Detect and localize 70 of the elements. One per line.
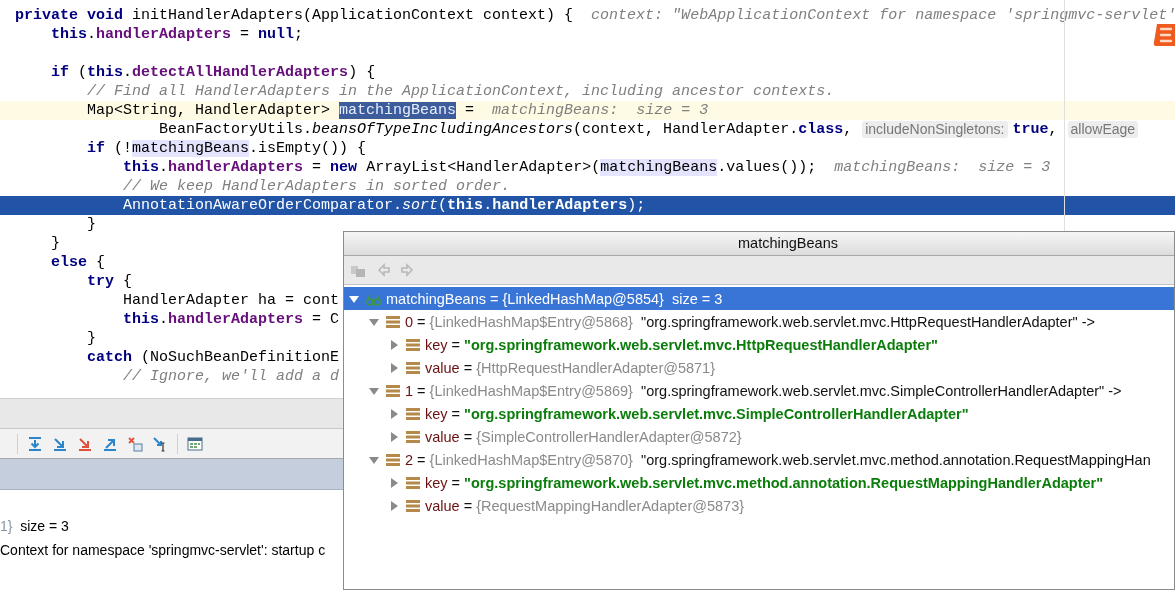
code-text: this.handlerAdapters = null; (51, 25, 304, 44)
bars-icon (386, 314, 400, 329)
right-triangle-icon[interactable] (388, 499, 400, 512)
code-text: AnnotationAwareOrderComparator.sort(this.handlerAdapters); (123, 196, 646, 215)
popup-title: matchingBeans (344, 232, 1174, 256)
step-into-icon[interactable] (52, 435, 68, 452)
right-triangle-icon[interactable] (388, 430, 400, 443)
step-over-icon[interactable] (27, 435, 43, 452)
tree-item-label: 0 = {LinkedHashMap$Entry@5868} "org.springframework.web.servlet.mvc.HttpRequestHandlerAdapter" -> (405, 313, 1095, 330)
bars-icon (386, 383, 400, 398)
right-triangle-icon[interactable] (388, 407, 400, 420)
bars-icon (406, 406, 420, 421)
right-triangle-icon[interactable] (388, 476, 400, 489)
code-text: // Find all HandlerAdapters in the ApplicationContext, including ancestor contexts. (87, 82, 835, 101)
tree-item-label: value = {RequestMappingHandlerAdapter@5873} (425, 497, 745, 514)
tree-item-label: key = "org.springframework.web.servlet.mvc.HttpRequestHandlerAdapter" (425, 336, 938, 353)
code-text: if (!matchingBeans.isEmpty()) { (87, 139, 367, 158)
code-text: BeanFactoryUtils.beansOfTypeIncludingAncestors(context, HandlerAdapter.class, (159, 120, 853, 139)
tree-item[interactable]: key = "org.springframework.web.servlet.mvc.method.annotation.RequestMappingHandlerAdapter" (344, 471, 1174, 494)
code-text: this.handlerAdapters = new ArrayList<HandlerAdapter>(matchingBeans.values()); (123, 158, 817, 177)
code-text: // We keep HandlerAdapters in sorted order. (123, 177, 511, 196)
right-triangle-icon[interactable] (388, 338, 400, 351)
tree-item-label: key = "org.springframework.web.servlet.mvc.SimpleControllerHandlerAdapter" (425, 405, 969, 422)
evaluate-icon[interactable] (187, 435, 203, 452)
bars-icon (406, 475, 420, 490)
bars-icon (406, 360, 420, 375)
tree-item[interactable]: key = "org.springframework.web.servlet.mvc.SimpleControllerHandlerAdapter" (344, 402, 1174, 425)
tree-item[interactable]: value = {SimpleControllerHandlerAdapter@5872} (344, 425, 1174, 448)
tree-item[interactable]: value = {HttpRequestHandlerAdapter@5871} (344, 356, 1174, 379)
tree-item-label: key = "org.springframework.web.servlet.mvc.method.annotation.RequestMappingHandlerAdapter" (425, 474, 1104, 491)
code-text: // Ignore, we'll add a d (123, 367, 340, 386)
tree-item[interactable]: matchingBeans = {LinkedHashMap@5854} size = 3 (344, 287, 1174, 310)
inline-value-hint: matchingBeans: size = 3 (492, 101, 709, 120)
input-method-icon[interactable] (1153, 22, 1175, 48)
parameter-hint: includeNonSingletons: (862, 121, 1008, 138)
code-text: private void initHandlerAdapters(ApplicationContext context) { (15, 6, 574, 25)
bars-icon (386, 452, 400, 467)
code-text: } (51, 234, 61, 253)
tree-item[interactable]: key = "org.springframework.web.servlet.mvc.HttpRequestHandlerAdapter" (344, 333, 1174, 356)
tree-item-label: 2 = {LinkedHashMap$Entry@5870} "org.springframework.web.servlet.mvc.method.annotation.RequestMappingHan (405, 451, 1151, 468)
drop-frame-icon[interactable] (127, 435, 143, 452)
tree-item[interactable]: 0 = {LinkedHashMap$Entry@5868} "org.springframework.web.servlet.mvc.HttpRequestHandlerAdapter" -> (344, 310, 1174, 333)
tree-item-label: matchingBeans = {LinkedHashMap@5854} size = 3 (386, 290, 723, 307)
code-text: } (87, 215, 97, 234)
bars-icon (406, 429, 420, 444)
step-into-icon[interactable] (77, 435, 93, 452)
bars-icon (406, 337, 420, 352)
code-text: if (this.detectAllHandlerAdapters) { (51, 63, 376, 82)
run-to-cursor-icon[interactable] (152, 435, 168, 452)
tree-item-label: value = {HttpRequestHandlerAdapter@5871} (425, 359, 716, 376)
tree-item-label: 1 = {LinkedHashMap$Entry@5869} "org.springframework.web.servlet.mvc.SimpleControllerHandlerAdapter" -> (405, 382, 1122, 399)
code-text: } (87, 329, 97, 348)
code-text: Map<String, HandlerAdapter> matchingBeans = (87, 101, 475, 120)
bars-icon (406, 498, 420, 513)
code-text: catch (NoSuchBeanDefinitionE (87, 348, 340, 367)
code-text: try { (87, 272, 133, 291)
variable-text: Context for namespace 'springmvc-servlet': startup c (0, 541, 327, 560)
tree-item[interactable]: 1 = {LinkedHashMap$Entry@5869} "org.springframework.web.servlet.mvc.SimpleControllerHandlerAdapter" -> (344, 379, 1174, 402)
tree-item-label: value = {SimpleControllerHandlerAdapter@5872} (425, 428, 742, 445)
code-text: else { (51, 253, 106, 272)
parameter-hint: allowEage (1067, 121, 1139, 138)
inline-value-hint: context: "WebApplicationContext for namespace 'springmvc-servlet' (591, 6, 1175, 25)
code-text: true, (1012, 120, 1058, 139)
tree-item[interactable]: 2 = {LinkedHashMap$Entry@5870} "org.springframework.web.servlet.mvc.method.annotation.RequestMappingHan (344, 448, 1174, 471)
variable-text: 1} size = 3 (0, 517, 70, 536)
code-text: HandlerAdapter ha = cont (123, 291, 340, 310)
code-text: this.handlerAdapters = C (123, 310, 340, 329)
inline-value-hint: matchingBeans: size = 3 (834, 158, 1051, 177)
tree-item[interactable]: value = {RequestMappingHandlerAdapter@5873} (344, 494, 1174, 517)
right-triangle-icon[interactable] (388, 361, 400, 374)
